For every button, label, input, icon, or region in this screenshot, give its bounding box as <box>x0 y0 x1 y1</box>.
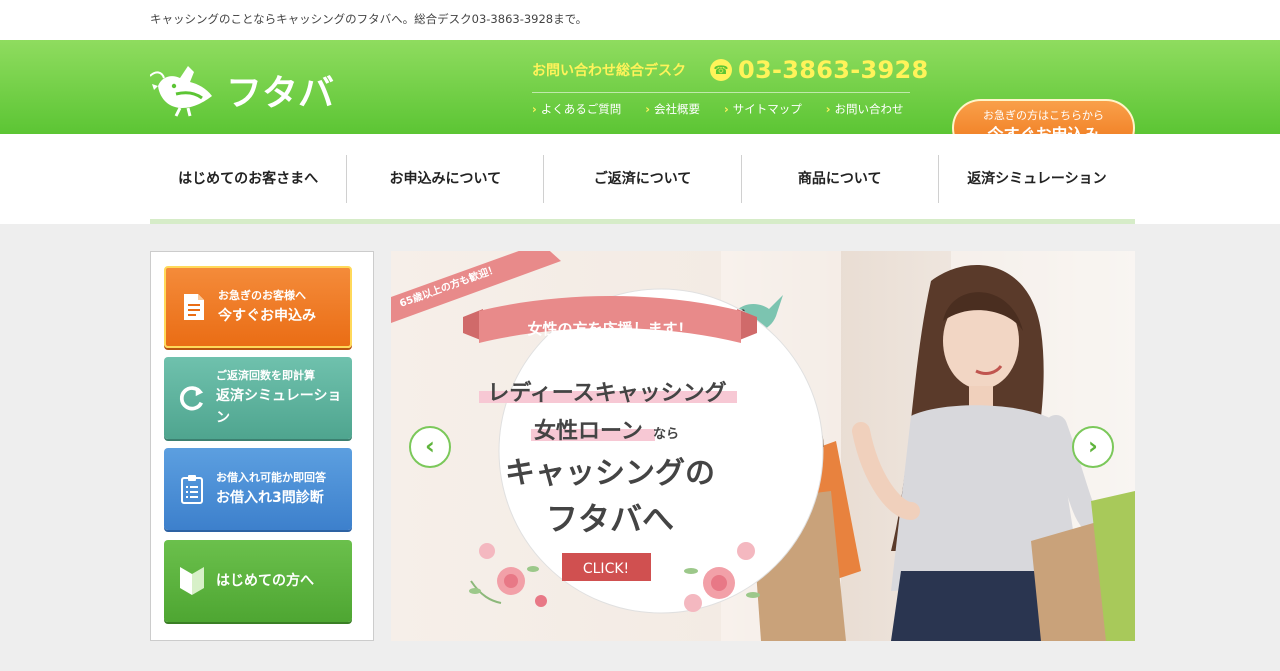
clipboard-icon <box>178 472 206 506</box>
headline-line3: キャッシングの <box>505 456 715 491</box>
chevron-right-icon: › <box>825 102 831 116</box>
bird-logo-icon: フタバ <box>150 66 334 117</box>
nav-divider <box>150 219 1135 224</box>
sidebar-simulation-button[interactable]: ご返済回数を即計算 返済シミュレーション <box>164 357 352 439</box>
beginner-mark-icon <box>178 564 206 598</box>
sidebar-beginner-label: はじめての方へ <box>216 573 314 589</box>
headline-line2-suffix: なら <box>653 427 679 442</box>
chevron-right-icon: › <box>532 102 537 116</box>
sidebar-simulation-subtext: ご返済回数を即計算 <box>216 369 315 382</box>
logo-text: フタバ <box>226 73 334 114</box>
click-button-label: CLICK! <box>583 561 629 577</box>
nav-item-products[interactable]: 商品について <box>740 155 938 203</box>
link-faq[interactable]: › よくあるご質問 <box>532 101 621 117</box>
link-company[interactable]: › 会社概要 <box>645 101 700 117</box>
phone-icon: ☎ <box>710 59 732 81</box>
apply-button-subtext: お急ぎの方はこちらから <box>983 109 1104 122</box>
sidebar: お急ぎのお客様へ 今すぐお申込み ご返済回数を即計算 返済シミュレーション お借… <box>150 251 374 641</box>
sidebar-apply-label: 今すぐお申込み <box>218 308 316 324</box>
document-icon <box>180 290 208 324</box>
chevron-right-icon: › <box>645 102 650 116</box>
sidebar-diagnosis-label: お借入れ3問診断 <box>216 490 324 506</box>
carousel-prev-button[interactable]: ‹ <box>409 426 451 468</box>
click-button[interactable]: CLICK! <box>562 553 651 581</box>
nav-item-application[interactable]: お申込みについて <box>346 155 543 203</box>
hero-illustration: 65歳以上の方も歓迎！ 女性の方を応援します！ レディースキャッシング 女性ロー… <box>391 251 1135 641</box>
contact-block: お問い合わせ総合デスク ☎ 03-3863-3928 › よくあるご質問 › 会社概… <box>532 52 932 117</box>
sidebar-diagnosis-subtext: お借入れ可能か即回答 <box>216 471 326 484</box>
sidebar-apply-subtext: お急ぎのお客様へ <box>218 289 306 302</box>
link-sitemap[interactable]: › サイトマップ <box>724 101 802 117</box>
contact-label: お問い合わせ総合デスク <box>532 63 686 79</box>
sidebar-simulation-label: 返済シミュレーション <box>216 388 342 426</box>
link-contact[interactable]: › お問い合わせ <box>826 101 904 117</box>
sidebar-diagnosis-button[interactable]: お借入れ可能か即回答 お借入れ3問診断 <box>164 448 352 530</box>
headline-line2: 女性ローン <box>534 418 643 444</box>
hero-banner[interactable]: 65歳以上の方も歓迎！ 女性の方を応援します！ レディースキャッシング 女性ロー… <box>391 251 1135 641</box>
chevron-right-icon: › <box>724 102 729 116</box>
top-info-bar: キャッシングのことならキャッシングのフタバへ。総合デスク03-3863-3928… <box>0 0 1280 40</box>
pink-banner-text: 女性の方を応援します！ <box>527 320 692 338</box>
refresh-icon <box>178 381 206 415</box>
sidebar-apply-button[interactable]: お急ぎのお客様へ 今すぐお申込み <box>164 266 352 348</box>
headline-line4: フタバへ <box>546 500 674 538</box>
headline-line1: レディースキャッシング <box>487 380 726 406</box>
nav-item-simulation[interactable]: 返済シミュレーション <box>937 155 1135 203</box>
carousel-next-button[interactable]: › <box>1072 426 1114 468</box>
nav-item-first-time[interactable]: はじめてのお客さまへ <box>150 155 346 203</box>
sidebar-beginner-button[interactable]: はじめての方へ <box>164 540 352 622</box>
header-links: › よくあるご質問 › 会社概要 › サイトマップ › お問い合わせ <box>532 92 910 117</box>
phone-number[interactable]: 03-3863-3928 <box>738 56 929 84</box>
site-logo[interactable]: フタバ <box>150 58 355 118</box>
main-nav: はじめてのお客さまへ お申込みについて ご返済について 商品について 返済シミュ… <box>0 134 1280 224</box>
top-info-text: キャッシングのことならキャッシングのフタバへ。総合デスク03-3863-3928… <box>150 12 588 26</box>
site-header: フタバ お問い合わせ総合デスク ☎ 03-3863-3928 › よくあるご質問 … <box>0 40 1280 157</box>
nav-item-repayment[interactable]: ご返済について <box>543 155 740 203</box>
